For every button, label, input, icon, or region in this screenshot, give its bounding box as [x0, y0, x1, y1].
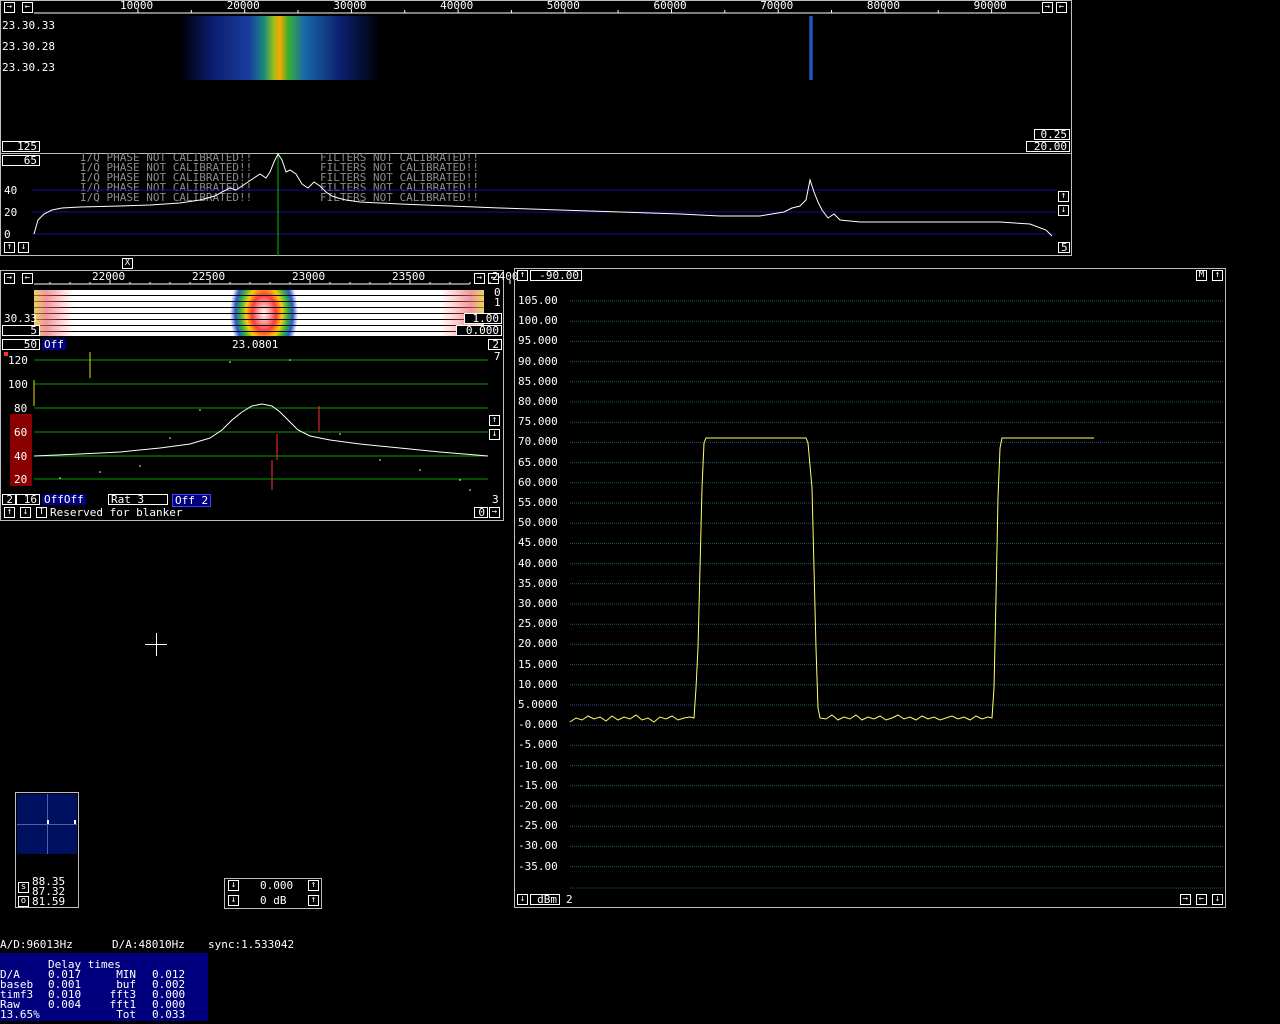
status-da-rate: D/A:48010Hz	[112, 938, 185, 951]
gain-value-1: 0.000	[260, 879, 294, 892]
delay-cell: 13.65%	[0, 1008, 40, 1021]
bb-off-toggle[interactable]: Off	[42, 339, 66, 350]
bb-right-3: 3	[492, 493, 499, 506]
bb-up-arrow-button[interactable]: ↑	[489, 415, 500, 426]
crosshair-cursor-vertical	[156, 633, 157, 656]
bb-time-label: 30.33	[4, 312, 38, 325]
wide-spectrum-trace	[33, 153, 1053, 237]
bb-box-5[interactable]: 5	[2, 325, 40, 336]
gain-down-button-2[interactable]: ↓	[228, 895, 239, 906]
wide-avg-count-box[interactable]: 5	[1058, 242, 1070, 253]
bb-ctrl-16[interactable]: 16	[16, 494, 40, 505]
wide-spectrum-plot	[32, 153, 1056, 256]
wide-freq-label: 20000	[226, 0, 260, 12]
waterfall-time-label: 23.30.23	[2, 61, 55, 74]
wide-waterfall	[34, 16, 1070, 80]
s-meter-scope-hline	[17, 824, 77, 825]
bb-wf-label-1: 1	[494, 296, 501, 309]
bb-blanker-label: Reserved for blanker	[50, 506, 183, 519]
wide-freq-label: 40000	[440, 0, 474, 12]
afc-down-arrow-button[interactable]: ↓	[1212, 894, 1223, 905]
status-ad-rate: A/D:96013Hz	[0, 938, 73, 951]
bb-spectrum-plot	[33, 352, 489, 491]
afc-right-arrow-button[interactable]: →	[1180, 894, 1191, 905]
delay-cell: Tot	[116, 1008, 137, 1021]
wide-down-arrow-button[interactable]: ↓	[1058, 205, 1069, 216]
gain-up-button-2[interactable]: ↑	[308, 895, 319, 906]
bb-spectrum-trace	[33, 403, 489, 457]
bb-freq-label: 23500	[392, 270, 426, 283]
gain-value-2: 0 dB	[260, 894, 287, 907]
afc-trace	[569, 437, 1094, 723]
bb-rat-box[interactable]: Rat 3	[108, 494, 168, 505]
bb-freq-label: 23000	[292, 270, 326, 283]
afc-bottom-down-button[interactable]: ↓	[517, 894, 528, 905]
wide-freq-scale	[34, 9, 1040, 14]
wide-bottom-down-button[interactable]: ↓	[18, 242, 29, 253]
bb-box-zero[interactable]: 0.000	[456, 325, 502, 336]
bb-bottom-down-button[interactable]: ↓	[20, 507, 31, 518]
bb-box-gain[interactable]: 1.00	[464, 313, 502, 324]
bb-freq-scale	[34, 280, 511, 285]
bb-offoff-toggle[interactable]: OffOff	[42, 494, 86, 505]
s-meter-s-button[interactable]: s	[18, 882, 29, 893]
waterfall-time-label: 23.30.28	[2, 40, 55, 53]
wide-freq-label: 60000	[653, 0, 687, 12]
bb-center-freq: 23.0801	[232, 338, 279, 351]
afc-unit-num: 2	[566, 893, 573, 906]
bb-bottom-arrow-button[interactable]: →	[489, 507, 500, 518]
wide-freq-label: 30000	[333, 0, 367, 12]
wide-freq-label: 70000	[760, 0, 794, 12]
bb-box-2[interactable]: 2	[488, 339, 502, 350]
wide-freq-label: 10000	[120, 0, 154, 12]
bb-rat-label: Rat	[111, 493, 131, 506]
wide-up-arrow-button[interactable]: ↑	[1058, 191, 1069, 202]
bb-down-arrow-button[interactable]: ↓	[489, 429, 500, 440]
waterfall-time-label: 23.30.33	[2, 19, 55, 32]
bb-freq-label: 22500	[192, 270, 226, 283]
s-meter-value-3: 81.59	[32, 895, 66, 908]
delay-cell: 0.033	[152, 1008, 186, 1021]
waterfall-carrier-line	[809, 16, 813, 80]
baseband-close-button[interactable]: X	[122, 258, 133, 269]
s-meter-o-button[interactable]: o	[18, 896, 29, 907]
gain-down-button-1[interactable]: ↓	[228, 880, 239, 891]
wide-freq-label: 90000	[973, 0, 1007, 12]
bb-t-button[interactable]: T	[36, 507, 47, 518]
bb-rat-value: 3	[137, 493, 145, 506]
bb-bottom-up-button[interactable]: ↑	[4, 507, 15, 518]
bb-waterfall-left-edge	[34, 290, 74, 336]
waterfall-signal-band	[180, 16, 380, 80]
bb-box-50[interactable]: 50	[2, 339, 40, 350]
afc-plot	[569, 300, 1224, 889]
delay-cell: 0.004	[48, 998, 82, 1011]
bb-ctrl-2[interactable]: 2	[2, 494, 16, 505]
gain-up-button-1[interactable]: ↑	[308, 880, 319, 891]
afc-left-arrow-button[interactable]: ←	[1196, 894, 1207, 905]
status-sync: sync:1.533042	[208, 938, 295, 951]
wide-freq-label: 50000	[546, 0, 580, 12]
bb-box-zero-bottom[interactable]: 0	[474, 507, 488, 518]
afc-unit-box[interactable]: dBm	[530, 894, 560, 905]
wide-freq-label: 80000	[866, 0, 901, 12]
wide-gain-box[interactable]: 0.25	[1034, 129, 1070, 140]
bb-freq-label: 22000	[92, 270, 126, 283]
bb-waterfall	[34, 290, 484, 336]
s-meter-dot-2	[74, 820, 76, 824]
s-meter-dot-1	[47, 820, 49, 824]
wide-bottom-up-button[interactable]: ↑	[4, 242, 15, 253]
